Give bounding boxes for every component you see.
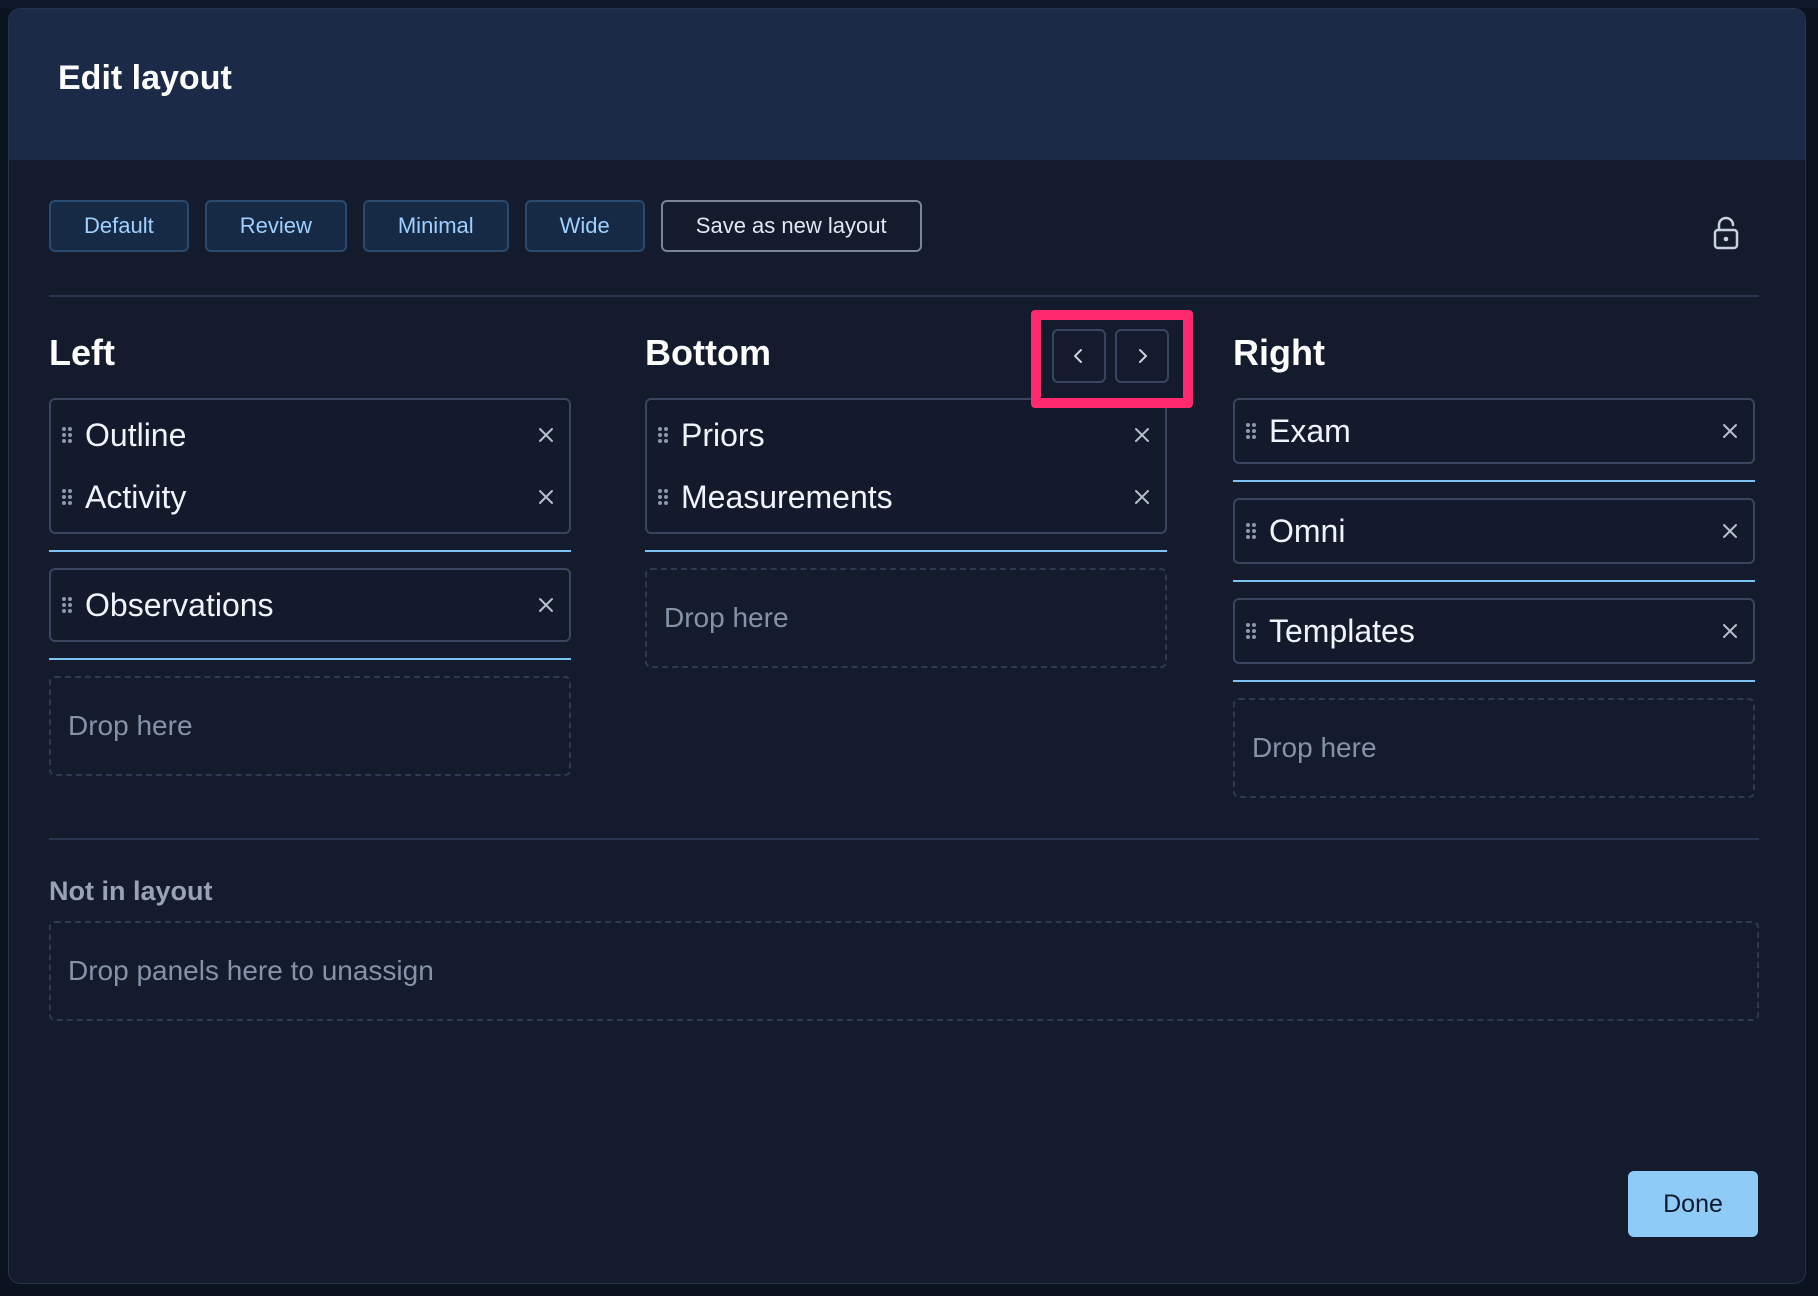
lock-open-icon[interactable] <box>1711 216 1741 250</box>
preset-wide-button[interactable]: Wide <box>524 200 645 252</box>
drag-handle-icon[interactable] <box>657 426 669 444</box>
close-icon[interactable] <box>1131 424 1153 446</box>
group-separator <box>1233 680 1755 682</box>
close-icon[interactable] <box>535 594 557 616</box>
panel-item-priors[interactable]: Priors <box>647 404 1165 466</box>
group-separator <box>1233 580 1755 582</box>
preset-toolbar: Default Review Minimal Wide Save as new … <box>49 200 922 252</box>
right-group-1: Exam <box>1233 398 1755 464</box>
group-separator <box>645 550 1167 552</box>
left-column-title: Left <box>49 332 115 373</box>
right-column-title: Right <box>1233 332 1325 373</box>
left-drop-zone[interactable]: Drop here <box>49 676 571 776</box>
group-separator <box>49 658 571 660</box>
close-icon[interactable] <box>1719 620 1741 642</box>
preset-default-button[interactable]: Default <box>49 200 189 252</box>
panel-label: Measurements <box>681 478 893 515</box>
panel-item-templates[interactable]: Templates <box>1235 600 1753 662</box>
drag-handle-icon[interactable] <box>1245 522 1257 540</box>
panel-label: Priors <box>681 416 765 453</box>
panel-label: Exam <box>1269 412 1351 449</box>
group-separator <box>1233 480 1755 482</box>
panel-item-exam[interactable]: Exam <box>1235 400 1753 462</box>
drag-handle-icon[interactable] <box>61 488 73 506</box>
close-icon[interactable] <box>1719 420 1741 442</box>
save-new-layout-button[interactable]: Save as new layout <box>660 200 922 252</box>
left-group-2: Observations <box>49 568 571 642</box>
unassigned-title: Not in layout <box>49 876 213 906</box>
left-column: Left Outline Activity Observations Drop … <box>49 330 571 776</box>
right-group-2: Omni <box>1233 498 1755 564</box>
panel-item-activity[interactable]: Activity <box>51 466 569 528</box>
group-separator <box>49 550 571 552</box>
panel-item-outline[interactable]: Outline <box>51 404 569 466</box>
close-icon[interactable] <box>1131 486 1153 508</box>
right-group-3: Templates <box>1233 598 1755 664</box>
drag-handle-icon[interactable] <box>1245 422 1257 440</box>
modal-title: Edit layout <box>58 59 232 97</box>
section-divider <box>49 838 1759 840</box>
panel-label: Outline <box>85 416 187 453</box>
panel-label: Activity <box>85 478 187 515</box>
unassigned-drop-zone[interactable]: Drop panels here to unassign <box>49 921 1759 1021</box>
close-icon[interactable] <box>535 424 557 446</box>
preset-review-button[interactable]: Review <box>204 200 347 252</box>
drag-handle-icon[interactable] <box>657 488 669 506</box>
panel-label: Observations <box>85 586 274 623</box>
left-group-1: Outline Activity <box>49 398 571 534</box>
highlight-box <box>1031 310 1193 408</box>
drag-handle-icon[interactable] <box>61 426 73 444</box>
right-column: Right Exam Omni Templates Drop here <box>1233 330 1755 798</box>
panel-label: Omni <box>1269 512 1346 549</box>
drag-handle-icon[interactable] <box>1245 622 1257 640</box>
panel-item-omni[interactable]: Omni <box>1235 500 1753 562</box>
panel-label: Templates <box>1269 612 1415 649</box>
bottom-group-1: Priors Measurements <box>645 398 1167 534</box>
bottom-drop-zone[interactable]: Drop here <box>645 568 1167 668</box>
modal-header: Edit layout <box>9 9 1805 160</box>
right-drop-zone[interactable]: Drop here <box>1233 698 1755 798</box>
drag-handle-icon[interactable] <box>61 596 73 614</box>
panel-item-observations[interactable]: Observations <box>51 574 569 636</box>
background-app <box>0 0 1818 8</box>
toolbar-divider <box>49 295 1759 297</box>
preset-minimal-button[interactable]: Minimal <box>362 200 509 252</box>
panel-item-measurements[interactable]: Measurements <box>647 466 1165 528</box>
close-icon[interactable] <box>535 486 557 508</box>
close-icon[interactable] <box>1719 520 1741 542</box>
done-button[interactable]: Done <box>1628 1171 1758 1237</box>
